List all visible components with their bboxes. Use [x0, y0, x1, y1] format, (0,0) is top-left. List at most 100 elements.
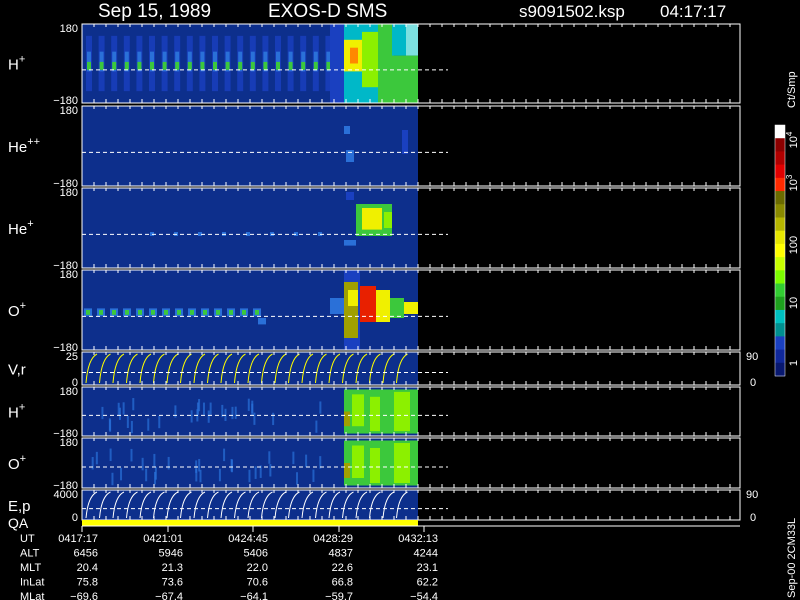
- spectrum-cell: [198, 399, 201, 412]
- panel-label: He+: [8, 218, 34, 238]
- spectrum-cell: [352, 394, 364, 427]
- spectrum-cell: [258, 318, 266, 325]
- orbit-row-label: MLT: [20, 562, 41, 574]
- colorbar-swatch: [775, 204, 785, 218]
- orbit-row-value: 21.3: [162, 562, 183, 574]
- colorbar-swatch: [775, 309, 785, 324]
- spectrum-cell: [269, 464, 272, 477]
- orbit-row-value: 23.1: [417, 562, 438, 574]
- orbit-row-value: 62.2: [417, 577, 438, 589]
- panel-label-charge: +: [27, 218, 33, 230]
- panel-ytick-top: 180: [60, 386, 78, 398]
- spectrum-cell: [151, 310, 155, 315]
- spectrum-cell: [296, 472, 299, 485]
- panel-right-tick-top: 90: [746, 351, 758, 363]
- colorbar-tick-exp: 4: [785, 131, 794, 136]
- colorbar-tick-exp: 3: [785, 174, 794, 179]
- orbit-row-label: MLat: [20, 591, 44, 600]
- orbit-row-value: −54.4: [410, 591, 438, 600]
- spectrum-cell: [250, 61, 255, 70]
- orbit-row-value: 66.8: [332, 577, 353, 589]
- orbit-row-value: 0432:13: [398, 533, 438, 545]
- orbit-row-label: ALT: [20, 548, 40, 560]
- spectrum-cell: [200, 61, 205, 70]
- spectrum-cell: [301, 61, 306, 70]
- spectrum-cell: [392, 55, 406, 103]
- orbit-row-value: 5406: [244, 548, 268, 560]
- spectrum-cell: [344, 463, 350, 478]
- spectrum-cell: [141, 457, 144, 471]
- spectrum-cell: [392, 24, 406, 56]
- spectrum-cell: [150, 61, 154, 70]
- colorbar-tick-label: 103: [785, 174, 800, 191]
- spectrum-cell: [253, 412, 256, 425]
- spectrum-cell: [112, 310, 116, 315]
- spectrum-cell: [112, 61, 117, 70]
- spectrum-cell: [313, 61, 318, 70]
- spectrum-cell: [223, 448, 226, 462]
- spectrum-cell: [153, 453, 156, 467]
- panel-right-tick-top: 90: [746, 489, 758, 501]
- spectrum-cell: [344, 240, 356, 246]
- panel-ytick-bottom: 0: [72, 512, 78, 524]
- spectrum-cell: [132, 398, 135, 411]
- orbit-row-label: UT: [20, 533, 35, 545]
- panel-ytick-top: 180: [60, 269, 78, 281]
- spectrum-cell: [137, 61, 142, 70]
- orbit-row-value: 4837: [329, 548, 353, 560]
- panel-label-charge: ++: [27, 136, 40, 148]
- spectrum-cell: [154, 471, 157, 485]
- colorbar-swatch: [775, 323, 785, 337]
- spectrum-cell: [190, 310, 194, 315]
- panel-right-tick-bottom: 0: [750, 512, 756, 524]
- spectrum-cell: [362, 208, 382, 230]
- spectrum-cell: [95, 451, 98, 465]
- panel-5: V,r250900: [8, 351, 758, 389]
- panel-right-tick-bottom: 0: [750, 377, 756, 389]
- orbit-row-value: 22.0: [247, 562, 268, 574]
- spectrum-cell: [195, 468, 198, 482]
- panel-label: V,r: [8, 362, 26, 379]
- spectrum-cell: [198, 458, 201, 472]
- colorbar-swatch: [775, 230, 785, 245]
- orbit-row-value: −59.7: [325, 591, 353, 600]
- colorbar-swatch: [775, 257, 785, 271]
- spectrum-cell: [263, 61, 268, 70]
- spectrum-cell: [315, 420, 318, 433]
- panel-3: He+180−180: [8, 187, 741, 272]
- header-date: Sep 15, 1989: [98, 1, 211, 22]
- spectrum-cell: [207, 410, 210, 423]
- qa-bar: [82, 520, 418, 526]
- spectrum-cell: [276, 61, 280, 70]
- spectrum-cell: [406, 24, 418, 56]
- spectrum-cell: [124, 61, 129, 70]
- colorbar-tick-label: 10: [788, 297, 800, 309]
- panel-2: He++180−180: [8, 105, 741, 190]
- panel-7: O+180−180: [8, 437, 741, 492]
- header-file: s9091502.ksp: [519, 2, 625, 21]
- colorbar-swatch: [775, 217, 785, 232]
- spectrum-cell: [109, 448, 112, 462]
- header-time: 04:17:17: [660, 2, 726, 21]
- spectrum-cell: [330, 24, 344, 103]
- orbit-row-value: 0421:01: [143, 533, 183, 545]
- spectrum-cell: [126, 415, 129, 428]
- colorbar-swatch: [775, 283, 785, 298]
- spectrum-cell: [138, 310, 142, 315]
- panel-label-charge: +: [20, 300, 26, 312]
- orbit-row-value: −64.1: [240, 591, 268, 600]
- spectrum-cell: [242, 310, 246, 315]
- footer-note: Sep-00 2CM33L: [786, 518, 798, 598]
- spectrum-cell: [120, 467, 123, 481]
- spectrum-cell: [370, 396, 380, 432]
- spectrum-cell: [292, 451, 295, 465]
- spectrum-cell: [288, 61, 293, 70]
- spectrum-cell: [177, 310, 181, 315]
- colorbar-swatch: [775, 243, 785, 258]
- panel-label: He++: [8, 136, 40, 156]
- spectrum-cell: [218, 468, 221, 482]
- spectrum-cell: [224, 408, 227, 421]
- spectrum-cell: [404, 302, 418, 314]
- spectrum-cell: [394, 443, 410, 483]
- panel-label: H+: [8, 402, 25, 422]
